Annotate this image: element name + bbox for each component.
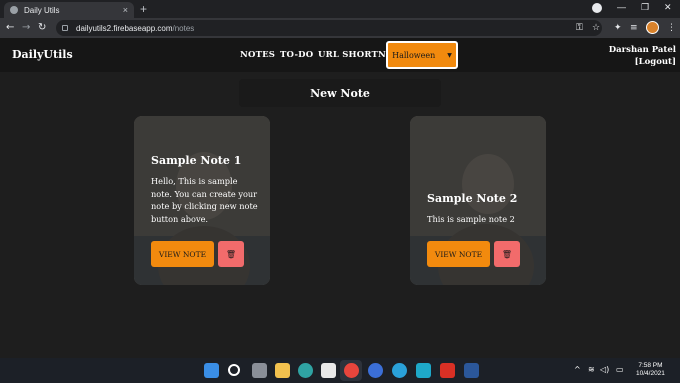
reload-button[interactable]: ↻ <box>38 21 46 35</box>
nav-notes[interactable]: NOTES <box>240 50 275 60</box>
bookmark-star-icon[interactable]: ☆ <box>592 22 600 34</box>
back-button[interactable]: ← <box>6 21 14 35</box>
note-content: Sample Note 1 Hello, This is sample note… <box>151 154 258 225</box>
address-bar[interactable]: dailyutils2.firebaseapp.com /notes <box>56 20 602 36</box>
close-tab-icon[interactable]: × <box>123 5 128 15</box>
clock-time: 7:58 PM <box>638 362 663 369</box>
close-window-button[interactable]: ✕ <box>664 2 672 13</box>
media-control-icon[interactable]: ≡ <box>630 22 638 34</box>
globe-icon <box>10 6 18 14</box>
windows-taskbar: ^ ≋ ◁) ▭ 7:58 PM 10/4/2021 <box>0 358 680 383</box>
restore-button[interactable]: ❐ <box>641 2 649 13</box>
tray-chevron-icon[interactable]: ^ <box>574 364 581 376</box>
brand-logo[interactable]: DailyUtils <box>12 48 73 61</box>
new-note-button[interactable]: New Note <box>239 79 441 107</box>
logout-link[interactable]: [Logout] <box>609 56 676 68</box>
file-explorer-icon[interactable] <box>275 363 290 378</box>
chrome-icon[interactable] <box>344 363 359 378</box>
delete-note-button[interactable]: 🗑 <box>218 241 244 267</box>
app-icon[interactable] <box>416 363 431 378</box>
edge-icon[interactable] <box>298 363 313 378</box>
firefox-icon[interactable] <box>368 363 383 378</box>
start-icon[interactable] <box>204 363 219 378</box>
store-icon[interactable] <box>321 363 336 378</box>
clock-date: 10/4/2021 <box>636 370 665 377</box>
search-icon[interactable] <box>228 364 240 376</box>
note-title: Sample Note 1 <box>151 154 242 167</box>
system-clock[interactable]: 7:58 PM 10/4/2021 <box>636 362 665 378</box>
app-navbar: DailyUtils NOTES TO-DO URL SHORTNER <box>0 38 680 72</box>
word-icon[interactable] <box>464 363 479 378</box>
lock-icon <box>62 25 68 31</box>
forward-button[interactable]: → <box>22 21 30 35</box>
telegram-icon[interactable] <box>392 363 407 378</box>
user-menu: Darshan Patel [Logout] <box>609 44 676 68</box>
note-card: Sample Note 1 Hello, This is sample note… <box>134 116 270 285</box>
url-host: dailyutils2.firebaseapp.com <box>76 23 173 33</box>
key-icon[interactable]: ⚿ <box>576 22 583 34</box>
browser-toolbar: ← → ↻ dailyutils2.firebaseapp.com /notes… <box>0 18 680 38</box>
profile-avatar[interactable] <box>646 21 659 34</box>
mail-icon[interactable] <box>440 363 455 378</box>
theme-label: Halloween <box>392 50 436 60</box>
browser-menu-icon[interactable]: ⋮ <box>667 22 676 34</box>
tab-search-icon[interactable] <box>592 3 602 13</box>
extensions-icon[interactable]: ✦ <box>614 22 622 34</box>
battery-icon[interactable]: ▭ <box>616 364 624 376</box>
nav-todo[interactable]: TO-DO <box>280 50 313 60</box>
note-title: Sample Note 2 <box>427 192 518 205</box>
chevron-down-icon: ▼ <box>447 51 452 59</box>
trash-icon: 🗑 <box>225 249 237 259</box>
tab-title: Daily Utils <box>24 5 60 15</box>
note-body: This is sample note 2 <box>427 214 515 224</box>
task-view-icon[interactable] <box>252 363 267 378</box>
user-name: Darshan Patel <box>608 45 676 55</box>
theme-dropdown[interactable]: Halloween ▼ <box>386 41 458 69</box>
url-path: /notes <box>172 23 195 33</box>
browser-tab-strip: Daily Utils × + — ❐ ✕ <box>0 0 680 18</box>
note-content: Sample Note 2 This is sample note 2 <box>427 192 534 226</box>
wifi-icon[interactable]: ≋ <box>588 364 595 376</box>
volume-icon[interactable]: ◁) <box>600 364 609 376</box>
new-tab-button[interactable]: + <box>140 2 147 16</box>
note-body: Hello, This is sample note. You can crea… <box>151 176 258 224</box>
minimize-button[interactable]: — <box>617 2 626 12</box>
note-card: Sample Note 2 This is sample note 2 VIEW… <box>410 116 546 285</box>
browser-tab[interactable]: Daily Utils × <box>4 2 134 18</box>
delete-note-button[interactable]: 🗑 <box>494 241 520 267</box>
trash-icon: 🗑 <box>501 249 513 259</box>
view-note-button[interactable]: VIEW NOTE <box>151 241 214 267</box>
view-note-button[interactable]: VIEW NOTE <box>427 241 490 267</box>
